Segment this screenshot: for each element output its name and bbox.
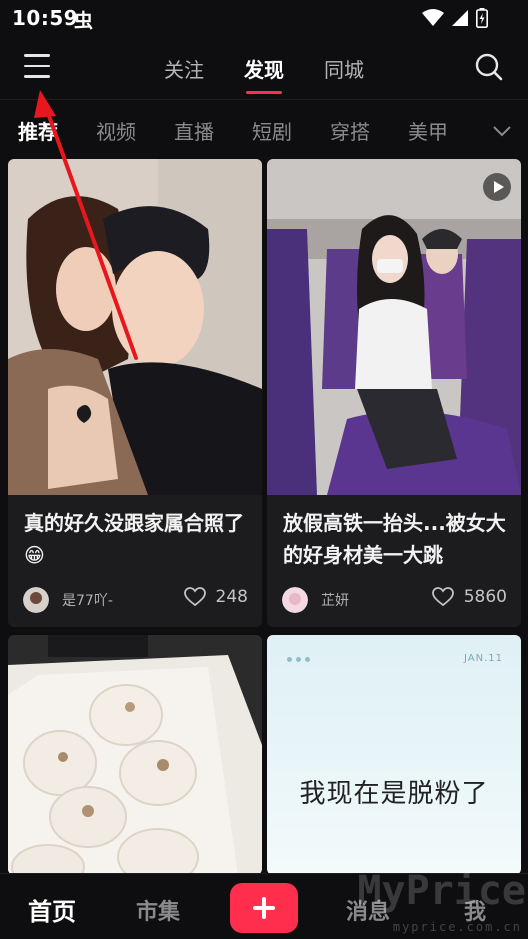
card-meta: 芷妍 5860 xyxy=(267,575,521,627)
card-image xyxy=(8,159,262,495)
like-button[interactable]: 248 xyxy=(183,587,248,607)
feed-card[interactable] xyxy=(8,635,262,873)
category-short-drama[interactable]: 短剧 xyxy=(252,116,292,145)
card-title: 放假高铁一抬头...被女大的好身材美一大跳 xyxy=(283,511,506,567)
nav-tabs: 关注 发现 同城 xyxy=(0,54,528,94)
category-recommend[interactable]: 推荐 xyxy=(18,116,58,145)
feed: 真的好久没跟家属合照了😁 是77吖- 248 放假高铁一抬头...被女大的好身材… xyxy=(0,157,528,873)
top-nav: 关注 发现 同城 xyxy=(0,36,528,100)
heart-icon xyxy=(183,587,206,607)
avatar[interactable] xyxy=(23,587,49,613)
decor-dots xyxy=(287,657,310,662)
post-button[interactable] xyxy=(230,883,298,933)
status-bar: 10:59 虫 xyxy=(0,0,528,36)
author-name[interactable]: 芷妍 xyxy=(321,590,349,610)
card-image xyxy=(8,635,262,873)
feed-card[interactable]: 放假高铁一抬头...被女大的好身材美一大跳 芷妍 5860 xyxy=(267,159,521,627)
watermark: MyPrice xyxy=(357,868,526,914)
like-count: 5860 xyxy=(463,587,507,607)
watermark-url: myprice.com.cn xyxy=(392,920,522,934)
like-button[interactable]: 5860 xyxy=(431,587,507,607)
card-title: 真的好久没跟家属合照了😁 xyxy=(24,511,244,567)
chevron-down-icon xyxy=(493,126,511,137)
signal-icon xyxy=(452,10,468,26)
feed-card[interactable]: JAN.11 我现在是脱粉了 xyxy=(267,635,521,873)
nav-home[interactable]: 首页 xyxy=(28,892,76,927)
feed-card[interactable]: 真的好久没跟家属合照了😁 是77吖- 248 xyxy=(8,159,262,627)
tab-local[interactable]: 同城 xyxy=(324,54,364,93)
tab-discover[interactable]: 发现 xyxy=(244,54,284,94)
date-tag: JAN.11 xyxy=(464,653,503,664)
battery-icon xyxy=(476,8,488,28)
system-icons xyxy=(422,8,488,28)
category-list: 推荐 视频 直播 短剧 穿搭 美甲 xyxy=(18,116,448,145)
card-image xyxy=(267,159,521,495)
category-video[interactable]: 视频 xyxy=(96,116,136,145)
category-outfit[interactable]: 穿搭 xyxy=(330,116,370,145)
search-icon[interactable] xyxy=(474,52,504,82)
wifi-icon xyxy=(422,9,444,26)
heart-icon xyxy=(431,587,454,607)
category-expand[interactable] xyxy=(472,101,520,157)
avatar[interactable] xyxy=(282,587,308,613)
status-time: 10:59 xyxy=(12,6,79,30)
category-bar: 推荐 视频 直播 短剧 穿搭 美甲 xyxy=(0,101,528,157)
category-live[interactable]: 直播 xyxy=(174,116,214,145)
play-icon xyxy=(483,173,511,201)
author-name[interactable]: 是77吖- xyxy=(62,590,113,610)
notification-icon: 虫 xyxy=(74,10,94,32)
tab-following[interactable]: 关注 xyxy=(164,54,204,93)
card-image-text: 我现在是脱粉了 xyxy=(299,779,489,809)
nav-market[interactable]: 市集 xyxy=(136,894,180,926)
category-nails[interactable]: 美甲 xyxy=(408,116,448,145)
card-meta: 是77吖- 248 xyxy=(8,575,262,627)
like-count: 248 xyxy=(215,587,248,607)
